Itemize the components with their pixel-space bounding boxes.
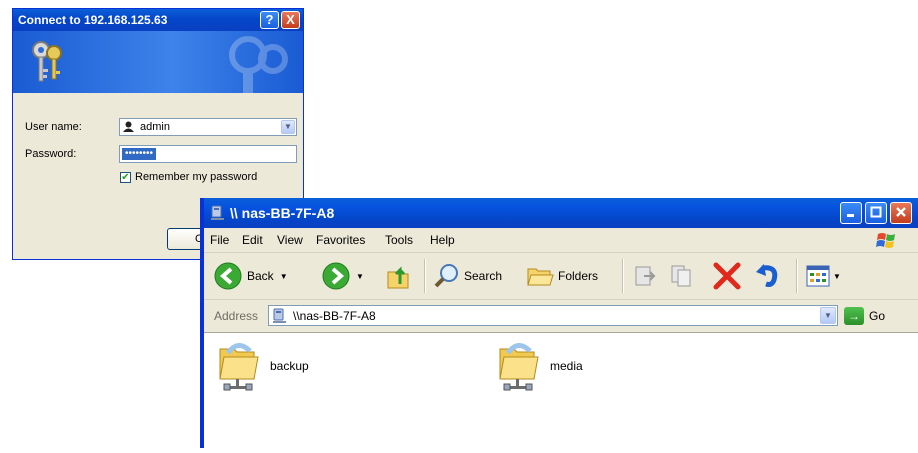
address-value: \\nas-BB-7F-A8 xyxy=(293,309,376,323)
explorer-title-bar[interactable]: \\ nas-BB-7F-A8 xyxy=(204,198,918,228)
share-label-backup: backup xyxy=(270,359,309,373)
back-dropdown-icon[interactable]: ▼ xyxy=(280,272,288,281)
undo-button[interactable] xyxy=(754,253,782,299)
search-button[interactable]: Search xyxy=(434,253,502,299)
folders-icon xyxy=(527,268,554,286)
explorer-window: \\ nas-BB-7F-A8 File Edit View Favorites… xyxy=(200,198,918,453)
up-folder-icon xyxy=(387,266,409,289)
user-icon xyxy=(123,121,134,132)
delete-button[interactable] xyxy=(712,253,742,299)
go-arrow-icon: → xyxy=(844,307,864,325)
copy-to-icon xyxy=(671,265,691,287)
address-input[interactable]: \\nas-BB-7F-A8 ▼ xyxy=(268,305,838,326)
close-icon xyxy=(896,207,906,217)
username-combobox[interactable]: admin ▼ xyxy=(119,118,297,136)
delete-icon xyxy=(713,262,741,290)
copy-to-button[interactable] xyxy=(669,253,695,299)
menu-file[interactable]: File xyxy=(210,233,229,247)
username-label: User name: xyxy=(25,121,82,133)
menu-help[interactable]: Help xyxy=(430,233,455,247)
menu-edit[interactable]: Edit xyxy=(242,233,263,247)
dialog-title-bar[interactable]: Connect to 192.168.125.63 ? X xyxy=(13,9,303,31)
windows-logo-icon xyxy=(876,233,895,248)
dialog-close-button[interactable]: X xyxy=(281,11,300,29)
back-label: Back xyxy=(247,269,274,283)
minimize-icon xyxy=(847,214,854,217)
folders-label: Folders xyxy=(558,269,599,283)
move-to-icon xyxy=(635,266,656,286)
password-value: •••••••• xyxy=(122,148,157,160)
network-folder-icon xyxy=(499,343,539,391)
share-item-media[interactable]: media xyxy=(496,339,583,393)
maximize-button[interactable] xyxy=(865,202,887,224)
close-button[interactable] xyxy=(890,202,912,224)
undo-icon xyxy=(756,264,778,287)
remember-password-label[interactable]: Remember my password xyxy=(135,171,257,183)
share-label-media: media xyxy=(550,359,583,373)
dialog-banner xyxy=(13,31,303,93)
menu-view[interactable]: View xyxy=(277,233,303,247)
password-label: Password: xyxy=(25,148,77,160)
network-drive-icon xyxy=(273,308,286,323)
menu-bar: File Edit View Favorites Tools Help xyxy=(204,228,918,253)
password-field[interactable]: •••••••• xyxy=(119,145,297,163)
forward-arrow-icon xyxy=(322,262,350,290)
toolbar: Back ▼ ▼ Search Folders ▼ xyxy=(204,253,918,300)
minimize-button[interactable] xyxy=(840,202,862,224)
views-button[interactable]: ▼ xyxy=(806,253,841,299)
menu-tools[interactable]: Tools xyxy=(385,233,413,247)
go-button[interactable]: → Go xyxy=(844,305,885,327)
address-label: Address xyxy=(214,309,259,323)
maximize-icon xyxy=(870,206,882,218)
forward-button[interactable]: ▼ xyxy=(322,253,364,299)
back-button[interactable]: Back ▼ xyxy=(214,253,288,299)
file-view: backup media xyxy=(204,333,918,453)
username-dropdown-button[interactable]: ▼ xyxy=(281,120,295,134)
username-value: admin xyxy=(140,121,170,133)
network-drive-icon xyxy=(211,205,224,220)
views-icon xyxy=(806,265,830,287)
keys-watermark-icon xyxy=(229,36,288,93)
move-to-button[interactable] xyxy=(632,253,658,299)
back-arrow-icon xyxy=(214,262,242,290)
search-label: Search xyxy=(464,269,503,283)
keys-icon xyxy=(32,41,62,82)
explorer-title: \\ nas-BB-7F-A8 xyxy=(230,205,335,221)
address-bar: Address \\nas-BB-7F-A8 ▼ → Go xyxy=(204,300,918,333)
folders-button[interactable]: Folders xyxy=(526,253,598,299)
forward-dropdown-icon[interactable]: ▼ xyxy=(356,272,364,281)
network-folder-icon xyxy=(219,343,259,391)
share-item-backup[interactable]: backup xyxy=(216,339,309,393)
search-icon xyxy=(434,264,458,288)
remember-password-checkbox[interactable]: ✔ xyxy=(120,172,131,183)
address-dropdown-button[interactable]: ▼ xyxy=(820,307,836,324)
help-button[interactable]: ? xyxy=(260,11,279,29)
dialog-title: Connect to 192.168.125.63 xyxy=(18,13,168,27)
menu-favorites[interactable]: Favorites xyxy=(316,233,365,247)
go-label: Go xyxy=(869,309,886,323)
up-folder-button[interactable] xyxy=(386,253,412,299)
views-dropdown-icon[interactable]: ▼ xyxy=(833,272,841,281)
